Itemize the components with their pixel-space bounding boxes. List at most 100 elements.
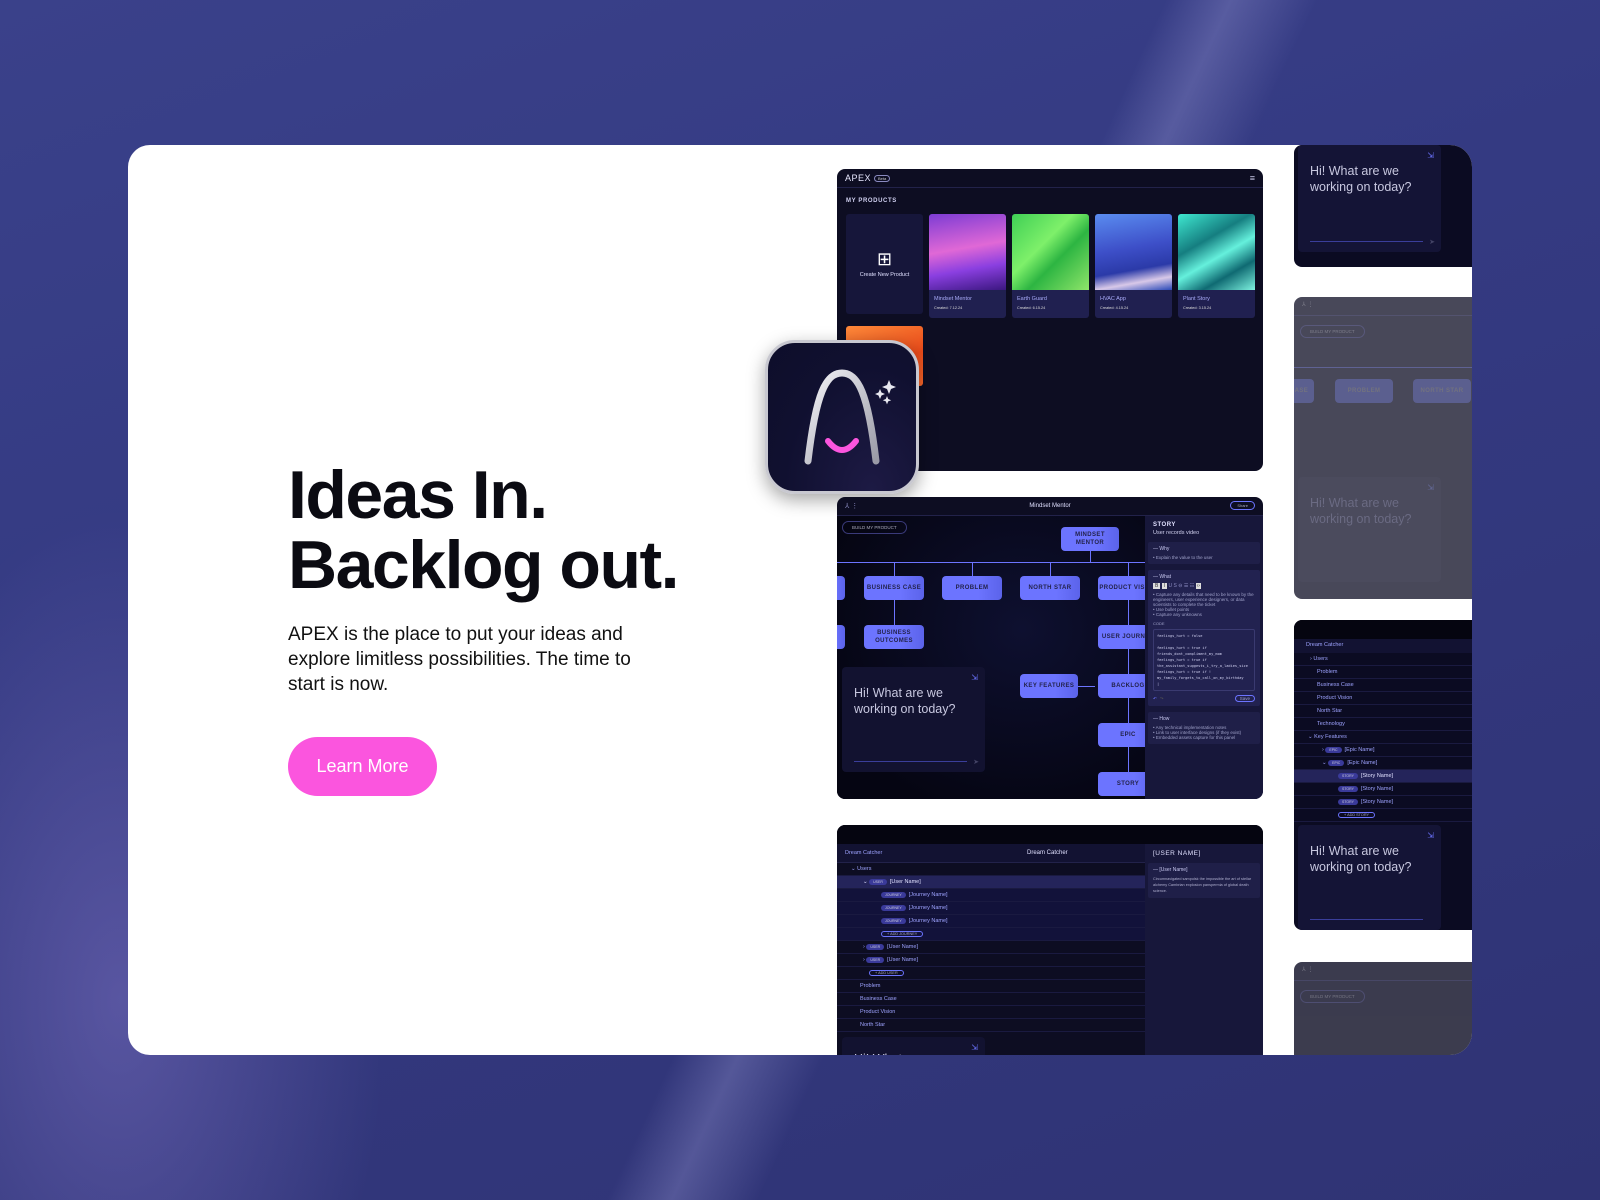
node-mindset-mentor[interactable]: MINDSET MENTOR [1061,527,1119,551]
connector-line [894,562,895,576]
create-new-product-card[interactable]: ⊞ Create New Product [846,214,923,314]
product-name: HVAC App [1100,296,1126,302]
tree-row[interactable]: STORY [Story Name] [1294,783,1472,796]
tree-row[interactable]: North Star [837,1019,1145,1032]
tree-row[interactable]: STORY [Story Name] [1294,770,1472,783]
build-product-button[interactable]: BUILD MY PRODUCT [842,521,907,534]
why-section[interactable]: — Why • Explain the value to the user [1148,542,1260,564]
tree-row[interactable]: ⌄ USER [User Name] [837,876,1145,889]
headline-line-1: Ideas In. [288,457,548,533]
product-card[interactable]: Earth Guard Created: 6.15.24 [1012,214,1089,318]
node-north-star[interactable]: NORTH STAR [1020,576,1080,600]
tree-row[interactable]: JOURNEY [Journey Name] [837,902,1145,915]
mindmap-canvas[interactable]: BUILD MY PRODUCT MINDSET MENTOR BUSINESS… [837,516,1158,799]
detail-section[interactable]: — [User Name] Circumnavigated sampolsk t… [1148,863,1260,898]
node-partial[interactable] [837,625,845,649]
send-icon[interactable]: ➤ [1429,238,1435,246]
node-partial[interactable]: CASE [1294,379,1314,403]
tree-row[interactable]: Product Vision [837,1006,1145,1019]
tree-row[interactable]: › Users [1294,653,1472,666]
node-problem[interactable]: PROBLEM [942,576,1002,600]
how-section[interactable]: — How • Any technical implementation not… [1148,712,1260,744]
collapse-icon[interactable]: ⇲ [971,1043,978,1052]
what-section[interactable]: — What B I U S ⊖ ☰ ☷ ‹› • Capture any de… [1148,570,1260,706]
journey-tag: JOURNEY [881,892,906,898]
breadcrumb[interactable]: Dream Catcher [1294,639,1472,653]
apex-small-logo-icon: ⅄ ⋮ [1294,297,1472,316]
chat-panel: ⇲ Hi! What are we working on today? [1298,477,1441,582]
product-name: Earth Guard [1017,296,1047,302]
tree-row[interactable]: › EPIC [Epic Name] [1294,744,1472,757]
tree-row[interactable]: North Star [1294,705,1472,718]
underline-icon[interactable]: U [1169,583,1173,589]
add-journey-button[interactable]: + ADD JOURNEY [881,931,924,937]
learn-more-button[interactable]: Learn More [288,737,437,796]
chat-input[interactable] [1310,241,1423,242]
share-button[interactable]: Share [1230,501,1255,510]
product-artwork [1012,214,1089,290]
product-card[interactable]: Mindset Mentor Created: 7.12.24 [929,214,1006,318]
add-user-button[interactable]: + ADD USER [869,970,904,976]
tree-row[interactable]: Business Case [837,993,1145,1006]
chat-input[interactable] [1310,919,1423,920]
link-icon[interactable]: ⊖ [1178,583,1182,589]
tree-row[interactable]: › USER [User Name] [837,954,1145,967]
node-business-outcomes[interactable]: BUSINESS OUTCOMES [864,625,924,649]
journey-tag: JOURNEY [881,905,906,911]
tree-row[interactable]: JOURNEY [Journey Name] [837,915,1145,928]
build-product-button[interactable]: BUILD MY PRODUCT [1300,325,1365,338]
collapse-icon[interactable]: ⇲ [1427,831,1434,840]
tree-row[interactable]: STORY [Story Name] [1294,796,1472,809]
tree-row[interactable]: ⌄ Key Features [1294,731,1472,744]
node-problem[interactable]: PROBLEM [1335,379,1393,403]
collapse-icon[interactable]: ⇲ [1427,483,1434,492]
chat-panel: ⇲ Hi! What are we [842,1037,985,1055]
tree-row[interactable]: ⌄ EPIC [Epic Name] [1294,757,1472,770]
product-card[interactable]: Plant Story Created: 3.15.24 [1178,214,1255,318]
numbered-list-icon[interactable]: ☷ [1190,583,1194,589]
code-icon[interactable]: ‹› [1195,583,1201,589]
tree-row[interactable]: Technology [1294,718,1472,731]
hamburger-menu-icon[interactable]: ≡ [1250,173,1255,183]
map-title: Mindset Mentor [1029,503,1071,509]
strikethrough-icon[interactable]: S [1174,583,1177,589]
tree-row[interactable]: JOURNEY [Journey Name] [837,889,1145,902]
breadcrumb[interactable]: Dream Catcher [845,850,882,856]
tree-row[interactable]: Problem [1294,666,1472,679]
bold-icon[interactable]: B [1153,583,1161,589]
tree-row[interactable]: Problem [837,980,1145,993]
connector-line [1128,698,1129,723]
story-panel: STORY User records video — Why • Explain… [1145,516,1263,799]
add-journey-row: + ADD JOURNEY [837,928,1145,941]
send-icon[interactable]: ➤ [973,758,979,766]
tree-row[interactable]: › USER [User Name] [837,941,1145,954]
hero-description: APEX is the place to put your ideas and … [288,624,631,695]
chat-input[interactable] [854,761,967,762]
product-card[interactable]: HVAC App Created: 4.15.24 [1095,214,1172,318]
code-editor[interactable]: feelings_hurt = false feelings_hurt = tr… [1153,629,1255,691]
save-button[interactable]: Save [1234,695,1255,702]
why-bullet: Explain the value to the user [1155,555,1213,560]
node-partial[interactable] [837,576,845,600]
apex-logo-icon [804,369,896,465]
collapse-icon[interactable]: ⇲ [971,673,978,682]
node-business-case[interactable]: BUSINESS CASE [864,576,924,600]
undo-icon[interactable]: ↶ [1153,696,1157,702]
tree-row[interactable]: Business Case [1294,679,1472,692]
add-story-button[interactable]: + ADD STORY [1338,812,1376,818]
bullet-list-icon[interactable]: ☰ [1184,583,1188,589]
collapse-icon[interactable]: ⇲ [1427,151,1434,160]
italic-icon[interactable]: I [1161,583,1168,589]
apex-small-logo-icon[interactable]: ⅄ ⋮ [845,502,858,510]
node-north-star[interactable]: NORTH STAR [1413,379,1471,403]
redo-icon[interactable]: ↷ [1160,696,1164,702]
connector-line [894,600,895,625]
tree-row[interactable]: ⌄ Users [837,863,1145,876]
build-product-button[interactable]: BUILD MY PRODUCT [1300,990,1365,1003]
connector-line [1128,649,1129,674]
tree-row[interactable]: Product Vision [1294,692,1472,705]
code-label: CODE [1153,621,1165,626]
apex-small-logo-icon: ⅄ ⋮ [1294,962,1472,981]
product-artwork [1095,214,1172,290]
node-key-features[interactable]: KEY FEATURES [1020,674,1078,698]
